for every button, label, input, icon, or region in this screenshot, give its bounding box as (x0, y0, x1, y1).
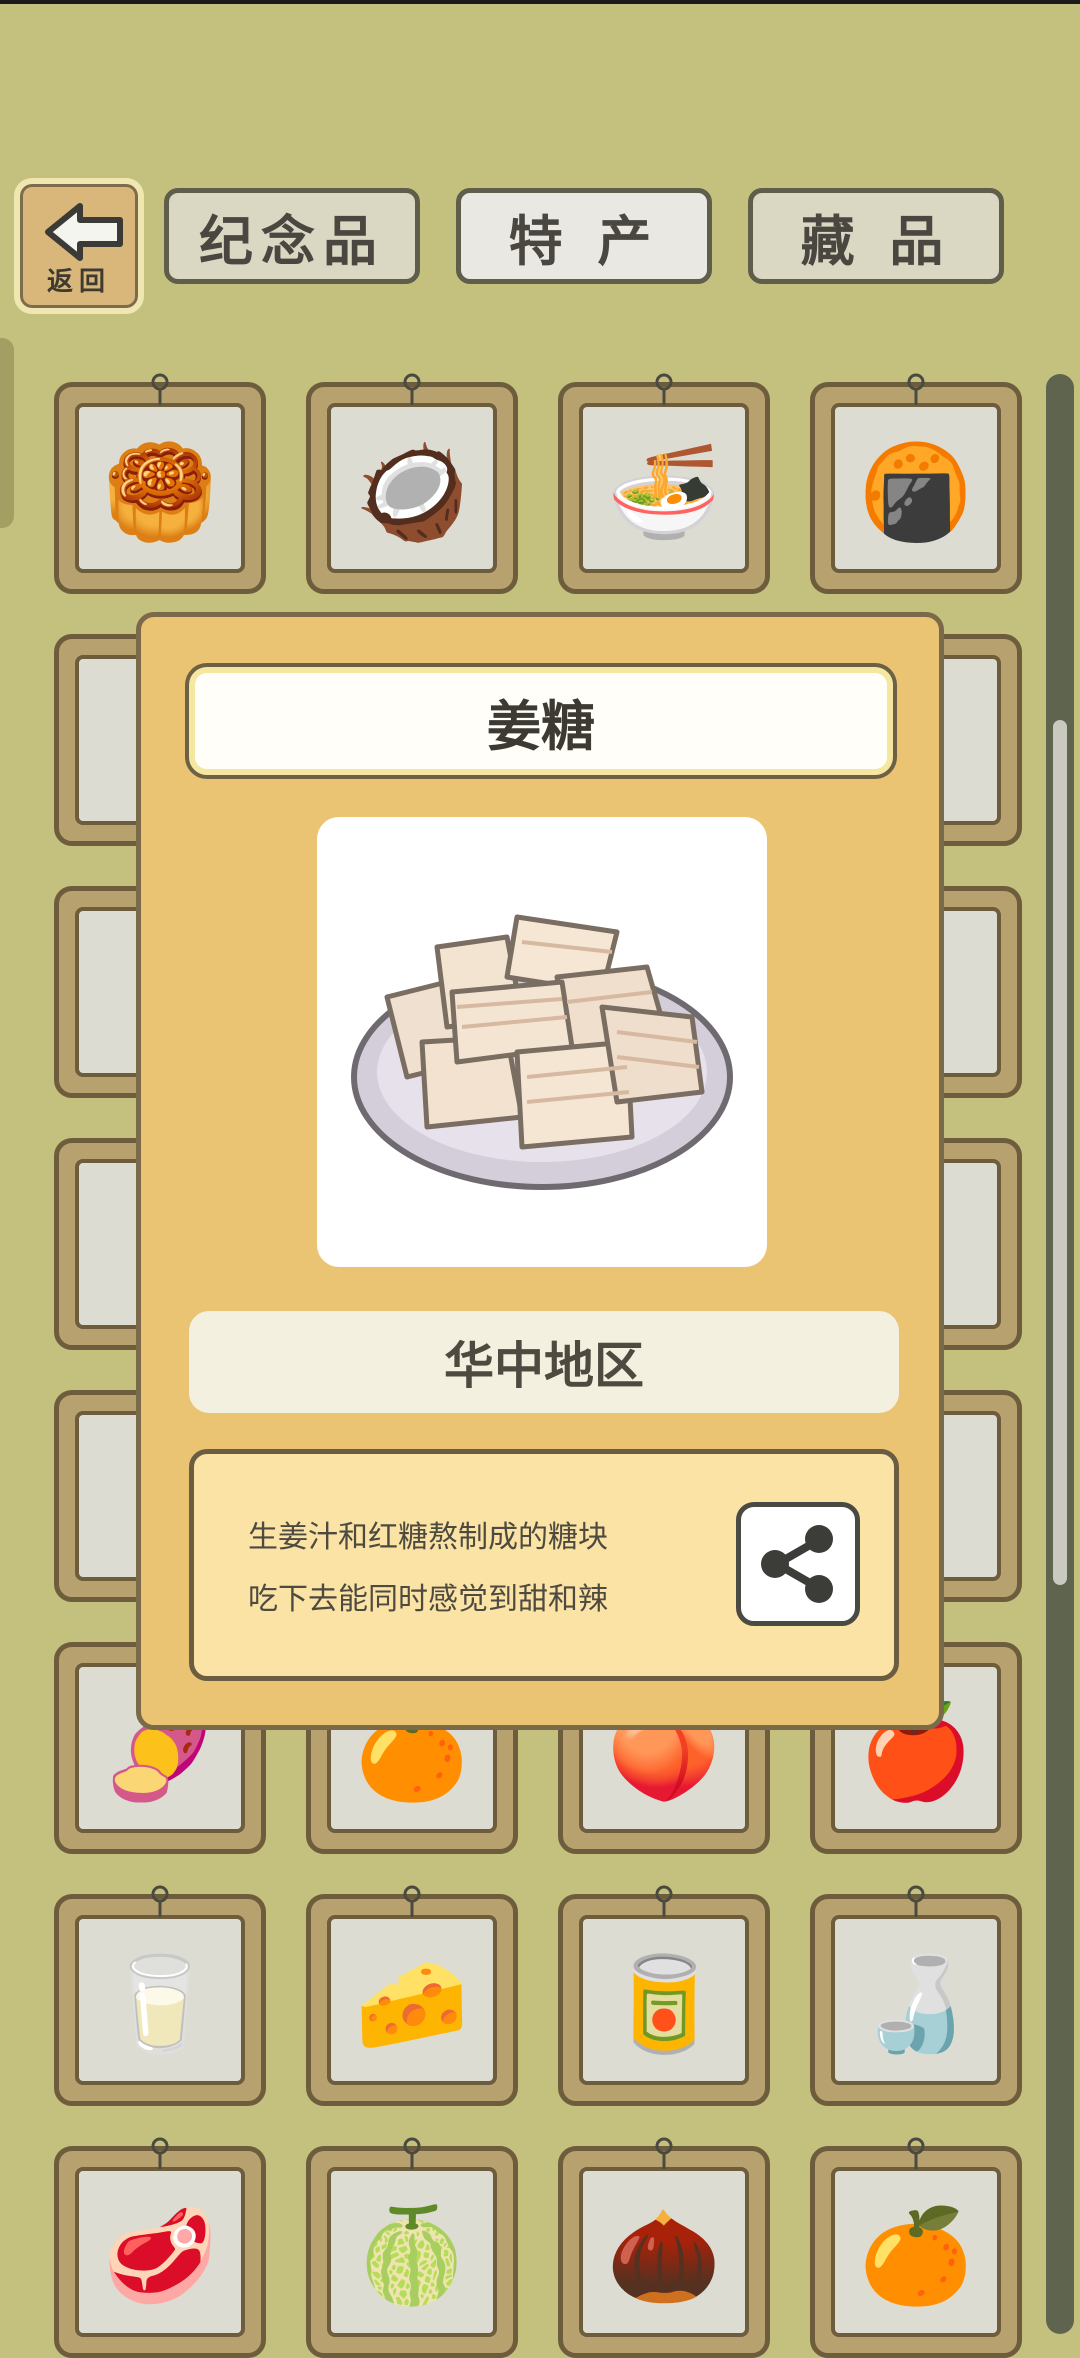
tag-hook-icon (151, 1885, 169, 1917)
grid-item-card[interactable]: 🥩 (54, 2137, 266, 2358)
dried-meat-bowl-icon: 🥩 (102, 2202, 218, 2310)
grid-item-card[interactable]: 🧀 (306, 1885, 518, 2106)
coconut-icon: 🥥 (354, 438, 470, 546)
tag-hook-icon (151, 373, 169, 405)
share-button[interactable] (736, 1502, 860, 1626)
grid-item-card[interactable]: 🥮 (54, 373, 266, 594)
tag-hook-icon (907, 1885, 925, 1917)
tag-hook-icon (151, 2137, 169, 2169)
tag-hook-icon (907, 373, 925, 405)
back-button[interactable]: 返回 (14, 178, 144, 314)
durian-icon: 🍈 (354, 2202, 470, 2310)
longan-icon: 🌰 (606, 2202, 722, 2310)
tag-hook-icon (403, 1885, 421, 1917)
description-line-2: 吃下去能同时感觉到甜和辣 (248, 1582, 608, 1617)
bottle-icon: 🍶 (858, 1950, 974, 2058)
tea-can-icon: 🥫 (606, 1950, 722, 2058)
tag-hook-icon (655, 1885, 673, 1917)
back-label: 返回 (46, 267, 111, 297)
item-title: 姜糖 (189, 667, 893, 775)
share-icon (761, 1525, 833, 1603)
tag-hook-icon (907, 2137, 925, 2169)
grid-item-card[interactable]: 🥛 (54, 1885, 266, 2106)
description-line-1: 生姜汁和红糖熬制成的糖块 (248, 1520, 608, 1555)
mooncake-icon: 🥮 (102, 438, 218, 546)
noodle-bowl-icon: 🍜 (606, 438, 722, 546)
cheese-icon: 🧀 (354, 1950, 470, 2058)
grid-item-card[interactable]: 🌰 (558, 2137, 770, 2358)
tag-hook-icon (403, 2137, 421, 2169)
scrollbar-thumb[interactable] (1053, 720, 1067, 1585)
tab-collectibles[interactable]: 藏 品 (748, 188, 1004, 284)
item-description-panel: 生姜汁和红糖熬制成的糖块 吃下去能同时感觉到甜和辣 (189, 1449, 899, 1681)
orange-slice-icon: 🍊 (858, 2202, 974, 2310)
ginger-candy-plate-icon: 🍘 (858, 438, 974, 546)
grid-item-card[interactable]: 🥥 (306, 373, 518, 594)
tab-souvenirs[interactable]: 纪念品 (164, 188, 420, 284)
grid-item-card[interactable]: 🍊 (810, 2137, 1022, 2358)
tag-hook-icon (403, 373, 421, 405)
ginger-candy-plate-icon (351, 914, 733, 1190)
milk-jug-icon: 🥛 (102, 1950, 218, 2058)
grid-item-card[interactable]: 🍘 (810, 373, 1022, 594)
item-detail-modal: 姜糖 华中地区 生姜汁和红糖熬制成的糖块 吃下去能同时感觉到甜和辣 (136, 612, 944, 1730)
back-arrow-icon (45, 203, 123, 261)
tag-hook-icon (655, 373, 673, 405)
item-region: 华中地区 (189, 1311, 899, 1413)
grid-item-card[interactable]: 🥫 (558, 1885, 770, 2106)
left-edge-handle (0, 338, 14, 528)
status-bar (0, 0, 1080, 4)
grid-item-card[interactable]: 🍶 (810, 1885, 1022, 2106)
tag-hook-icon (655, 2137, 673, 2169)
grid-item-card[interactable]: 🍜 (558, 373, 770, 594)
grid-item-card[interactable]: 🍈 (306, 2137, 518, 2358)
item-image (317, 817, 767, 1267)
tab-specialties[interactable]: 特 产 (456, 188, 712, 284)
